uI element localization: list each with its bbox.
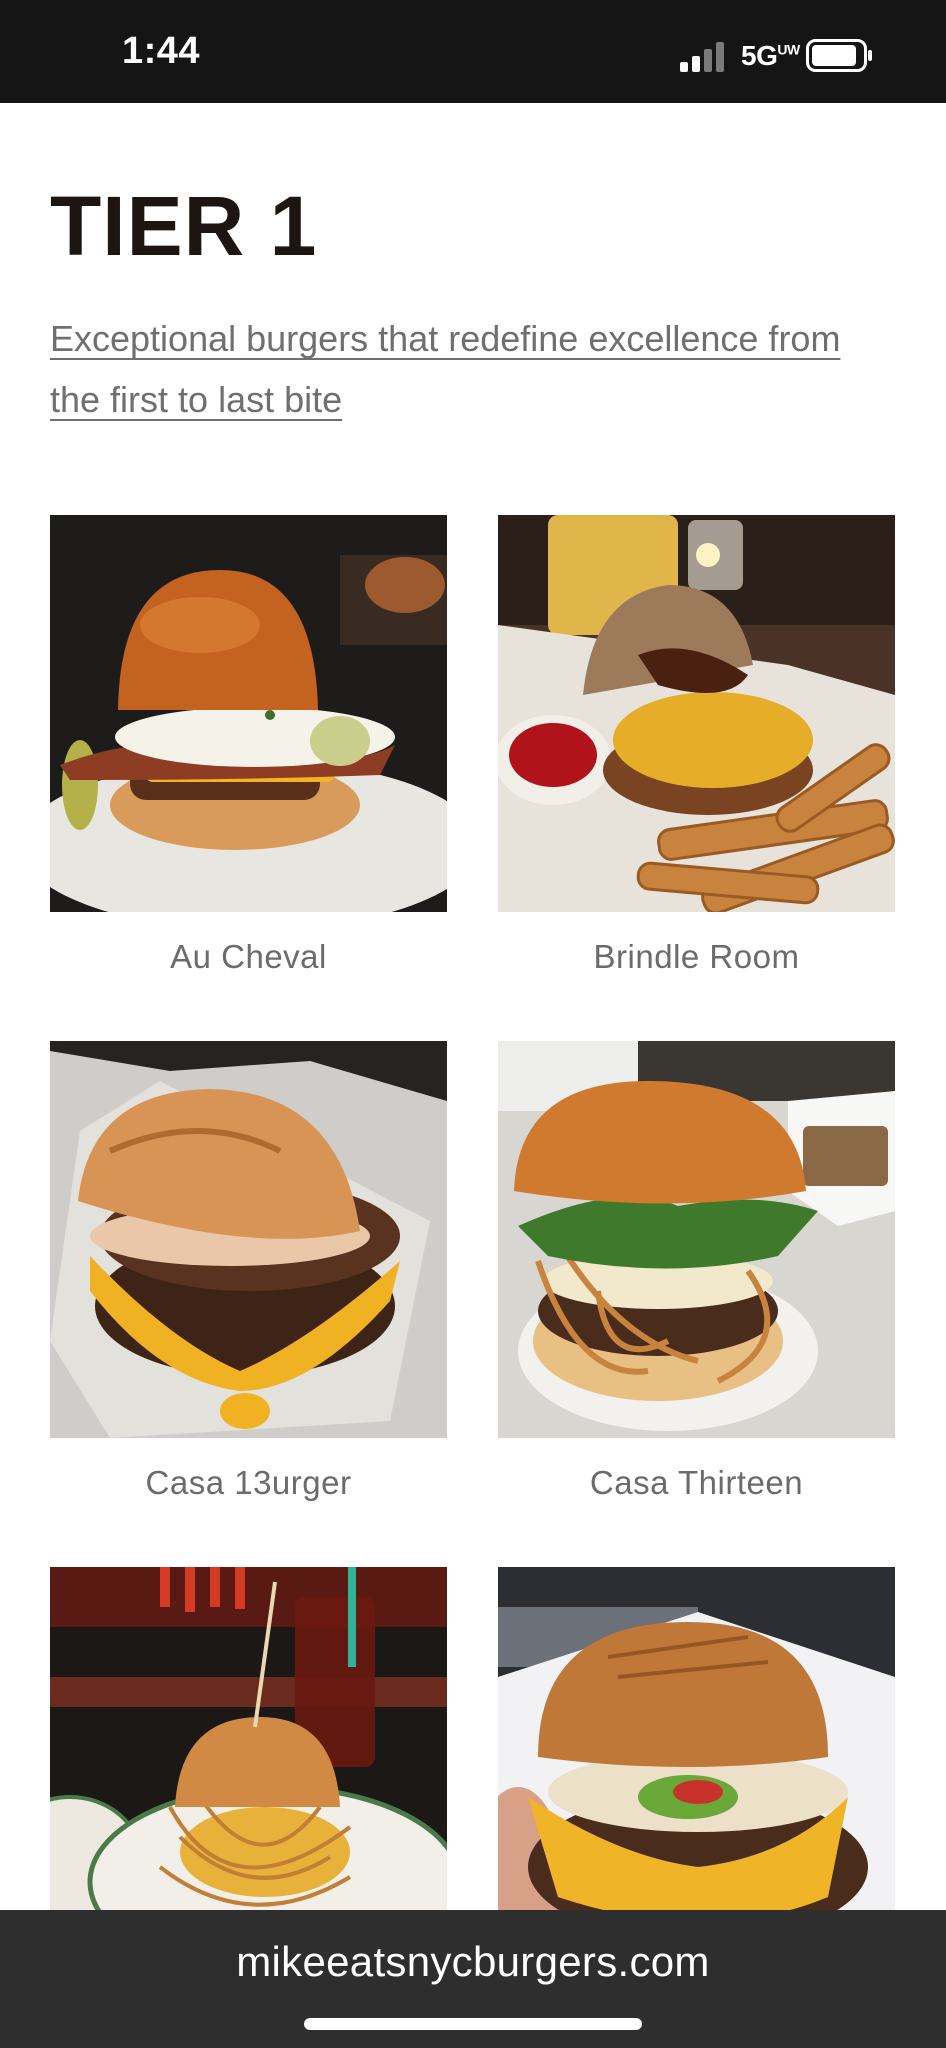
page-title: TIER 1: [50, 179, 318, 273]
cellular-signal-icon: [680, 42, 724, 72]
burger-name: Brindle Room: [593, 938, 800, 975]
burger-name: Casa Thirteen: [589, 1464, 804, 1501]
burger-photo[interactable]: [498, 1041, 895, 1438]
burger-card[interactable]: Casa Thirteen: [498, 1041, 895, 1502]
burger-card[interactable]: Casa 13urger: [50, 1041, 447, 1502]
burger-photo[interactable]: [498, 515, 895, 912]
burger-card[interactable]: Brindle Room: [498, 515, 895, 976]
browser-address-bar[interactable]: mikeeatsnycburgers.com: [0, 1910, 946, 2048]
burger-photo[interactable]: [50, 1041, 447, 1438]
burger-photo[interactable]: [50, 1567, 447, 1910]
burger-name: Au Cheval: [170, 938, 327, 975]
tier-description-link[interactable]: Exceptional burgers that redefine excell…: [50, 308, 900, 430]
status-time: 1:44: [122, 30, 201, 72]
network-label: 5G: [741, 40, 778, 71]
network-type: 5GUW: [741, 40, 800, 72]
burger-card[interactable]: Au Cheval: [50, 515, 447, 976]
burger-card[interactable]: [498, 1567, 895, 1910]
burger-name: Casa 13urger: [145, 1464, 352, 1501]
burger-photo[interactable]: [498, 1567, 895, 1910]
status-bar: 1:44 5GUW: [0, 0, 946, 103]
burger-card[interactable]: [50, 1567, 447, 1910]
battery-icon: [806, 39, 872, 72]
home-indicator[interactable]: [304, 2018, 642, 2030]
url-text[interactable]: mikeeatsnycburgers.com: [0, 1938, 946, 1986]
burger-photo[interactable]: [50, 515, 447, 912]
page-content: TIER 1 Exceptional burgers that redefine…: [0, 103, 946, 1910]
network-badge: UW: [777, 41, 800, 58]
